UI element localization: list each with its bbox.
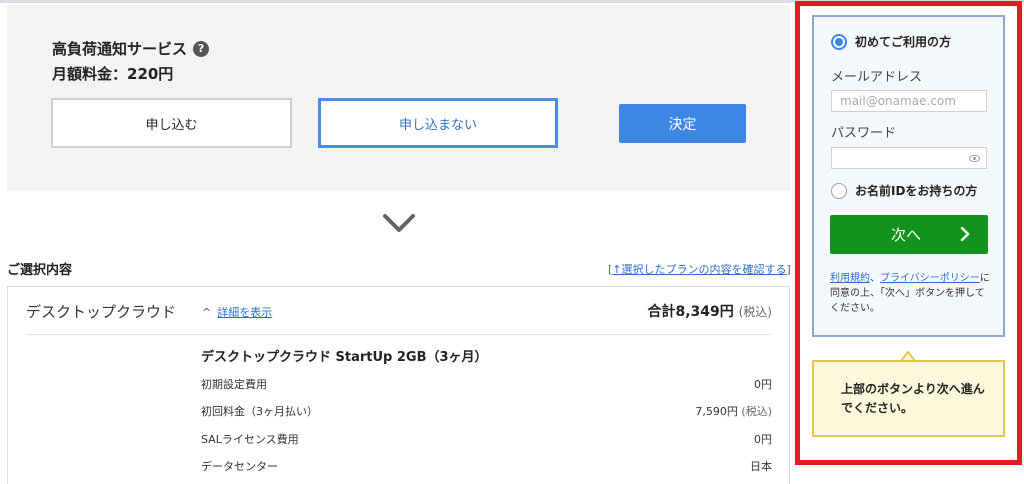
email-field[interactable]: mail@onamae.com (831, 90, 987, 112)
email-placeholder: mail@onamae.com (840, 94, 956, 108)
plan-name: デスクトップクラウド (26, 303, 177, 321)
privacy-policy-link[interactable]: プライバシーポリシー (880, 273, 980, 284)
detail-row: 初期設定費用 0円 (201, 378, 772, 391)
chevron-down-icon[interactable] (382, 212, 416, 236)
selection-box: デスクトップクラウド ^ 詳細を表示 合計8,349円 (税込) デスクトップク… (7, 286, 790, 484)
terms-notice: 利用規約、プライバシーポリシーに同意の上、「次へ」ボタンを押してください。 (830, 273, 990, 314)
divider (26, 334, 771, 335)
eye-icon[interactable] (969, 153, 980, 164)
radio-unselected[interactable] (831, 182, 847, 199)
tooltip-message: 上部のボタンより次へ進んでください。 (812, 360, 1005, 437)
password-label: パスワード (831, 126, 897, 141)
next-label: 次へ (891, 226, 922, 244)
email-label: メールアドレス (831, 70, 923, 85)
chevron-right-icon (960, 227, 970, 241)
terms-link[interactable]: 利用規約 (830, 273, 870, 284)
total-price: 合計8,349円 (税込) (647, 304, 772, 320)
service-panel: 高負荷通知サービス ? 月額料金：220円 申し込む 申し込まない 決定 (7, 5, 790, 191)
service-title: 高負荷通知サービス (52, 40, 188, 58)
login-box: 初めてご利用の方 メールアドレス mail@onamae.com パスワード お… (812, 15, 1005, 337)
service-price: 月額料金：220円 (52, 65, 174, 83)
question-circle-icon[interactable]: ? (193, 40, 210, 57)
apply-button[interactable]: 申し込む (51, 98, 292, 148)
first-time-label: 初めてご利用の方 (855, 35, 952, 49)
radio-selected[interactable] (831, 33, 847, 50)
decide-button[interactable]: 決定 (619, 104, 746, 143)
service-title-row: 高負荷通知サービス ? (52, 38, 210, 59)
confirm-plan-link-wrap: [↑選択したプランの内容を確認する] (608, 263, 791, 276)
chevron-up-icon: ^ (202, 305, 212, 319)
detail-row: SALライセンス費用 0円 (201, 433, 772, 446)
has-id-label: お名前IDをお持ちの方 (855, 184, 978, 198)
show-details-link[interactable]: 詳細を表示 (217, 304, 272, 320)
password-field[interactable] (831, 147, 987, 169)
first-time-option[interactable]: 初めてご利用の方 (831, 33, 951, 50)
confirm-plan-link[interactable]: ↑選択したプランの内容を確認する (612, 263, 786, 276)
decline-button[interactable]: 申し込まない (318, 98, 558, 148)
has-id-option[interactable]: お名前IDをお持ちの方 (831, 182, 977, 199)
show-details-toggle[interactable]: ^ 詳細を表示 (202, 304, 272, 320)
plan-detail-title: デスクトップクラウド StartUp 2GB（3ヶ月） (201, 350, 488, 365)
next-button[interactable]: 次へ (830, 215, 988, 254)
selection-heading: ご選択内容 (7, 263, 73, 278)
detail-row: データセンター 日本 (201, 460, 772, 473)
detail-row: 初回料金（3ヶ月払い） 7,590円 (税込) (201, 405, 772, 418)
